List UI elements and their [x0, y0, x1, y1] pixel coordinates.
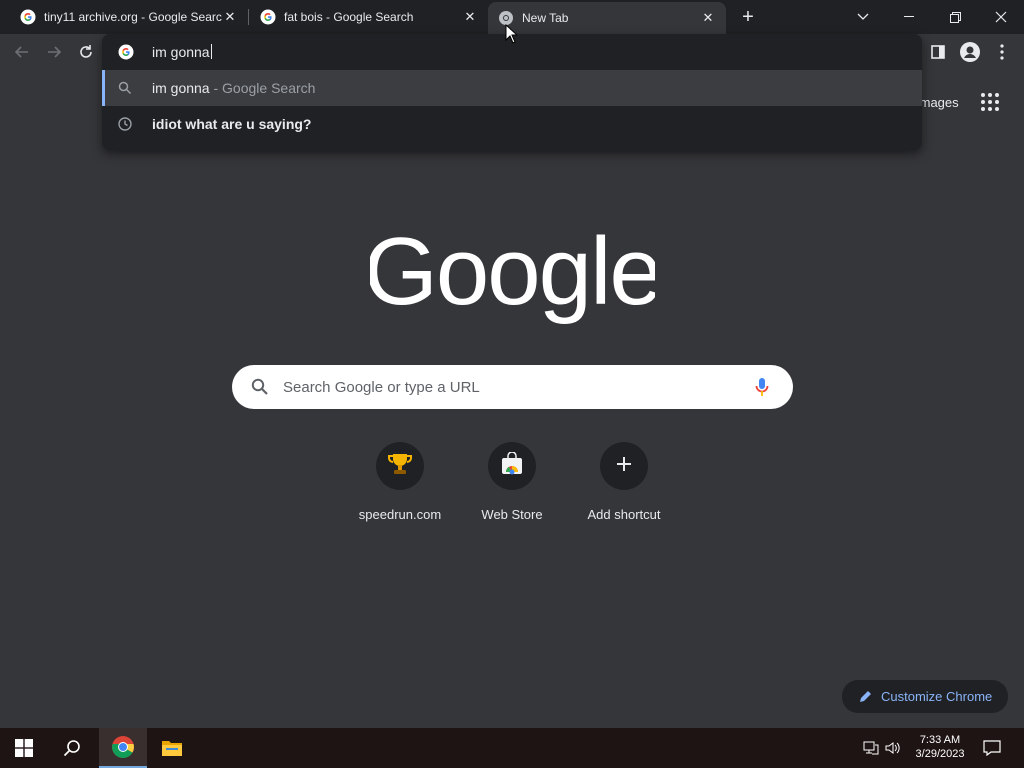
taskbar-file-explorer-icon[interactable]	[148, 728, 196, 768]
shortcut-web-store[interactable]: Web Store	[456, 442, 568, 532]
taskbar-chrome-icon[interactable]	[99, 728, 147, 768]
google-apps-icon[interactable]	[980, 92, 1000, 112]
suggestion-main-text: idiot what are u saying?	[152, 116, 312, 132]
profile-avatar-icon[interactable]	[958, 40, 982, 64]
windows-start-icon[interactable]	[0, 728, 48, 768]
tab-title: tiny11 archive.org - Google Search	[44, 10, 222, 24]
pencil-icon	[858, 689, 873, 704]
search-icon	[118, 81, 132, 95]
google-g-icon	[260, 9, 276, 25]
clock-time: 7:33 AM	[919, 734, 961, 746]
windows-taskbar: 7:33 AM 3/29/2023	[0, 728, 1024, 768]
google-g-icon	[20, 9, 36, 25]
tab-title: New Tab	[522, 11, 569, 25]
tab-search-chevron-icon[interactable]	[840, 0, 886, 34]
taskbar-search-icon[interactable]	[48, 728, 96, 768]
forward-arrow-icon[interactable]	[42, 40, 66, 64]
side-panel-icon[interactable]	[926, 40, 950, 64]
back-arrow-icon[interactable]	[10, 40, 34, 64]
history-clock-icon	[118, 117, 132, 131]
images-link[interactable]: Images	[916, 95, 959, 110]
google-logo: Google	[363, 218, 663, 330]
omnibox-suggestion-search[interactable]: im gonna - Google Search	[102, 70, 922, 106]
close-window-icon[interactable]	[978, 0, 1024, 34]
plus-icon	[616, 456, 632, 477]
microphone-icon[interactable]	[754, 377, 770, 397]
tab-new-tab[interactable]: New Tab ✕	[488, 2, 726, 34]
action-center-icon[interactable]	[978, 728, 1006, 768]
omnibox-popup: im gonna im gonna - Google Search idiot …	[102, 34, 922, 150]
omnibox-text: im gonna	[152, 44, 210, 60]
tab-tiny11-search[interactable]: tiny11 archive.org - Google Search ✕	[0, 0, 248, 34]
tab-title: fat bois - Google Search	[284, 10, 414, 24]
customize-label: Customize Chrome	[881, 689, 993, 704]
trophy-icon	[387, 451, 413, 482]
suggestion-suffix-text: - Google Search	[209, 80, 316, 96]
shortcut-speedrun[interactable]: speedrun.com	[344, 442, 456, 532]
more-menu-icon[interactable]	[990, 40, 1014, 64]
network-icon[interactable]	[860, 728, 882, 768]
ntp-search-box[interactable]	[232, 365, 793, 409]
web-store-icon	[500, 450, 524, 481]
close-icon[interactable]: ✕	[222, 9, 238, 25]
svg-text:Google: Google	[370, 222, 655, 325]
taskbar-clock[interactable]: 7:33 AM 3/29/2023	[908, 733, 972, 761]
shortcut-label: Web Store	[481, 507, 543, 522]
text-caret	[210, 44, 212, 59]
reload-icon[interactable]	[74, 40, 98, 64]
restore-icon[interactable]	[932, 0, 978, 34]
minimize-icon[interactable]	[886, 0, 932, 34]
tab-fat-bois-search[interactable]: fat bois - Google Search ✕	[240, 0, 488, 34]
clock-date: 3/29/2023	[915, 748, 965, 760]
close-icon[interactable]: ✕	[700, 10, 716, 26]
google-g-icon	[118, 44, 134, 60]
suggestion-main-text: im gonna	[152, 80, 210, 96]
mouse-cursor-icon	[505, 23, 519, 44]
add-shortcut-button[interactable]: Add shortcut	[568, 442, 680, 532]
volume-icon[interactable]	[882, 728, 904, 768]
search-icon	[251, 378, 269, 396]
new-tab-button[interactable]: +	[738, 6, 758, 28]
omnibox-suggestion-history[interactable]: idiot what are u saying?	[102, 106, 922, 142]
shortcut-label: Add shortcut	[587, 507, 661, 522]
shortcut-label: speedrun.com	[358, 507, 442, 522]
close-icon[interactable]: ✕	[462, 9, 478, 25]
customize-chrome-button[interactable]: Customize Chrome	[842, 680, 1008, 713]
ntp-search-input[interactable]	[283, 373, 743, 401]
